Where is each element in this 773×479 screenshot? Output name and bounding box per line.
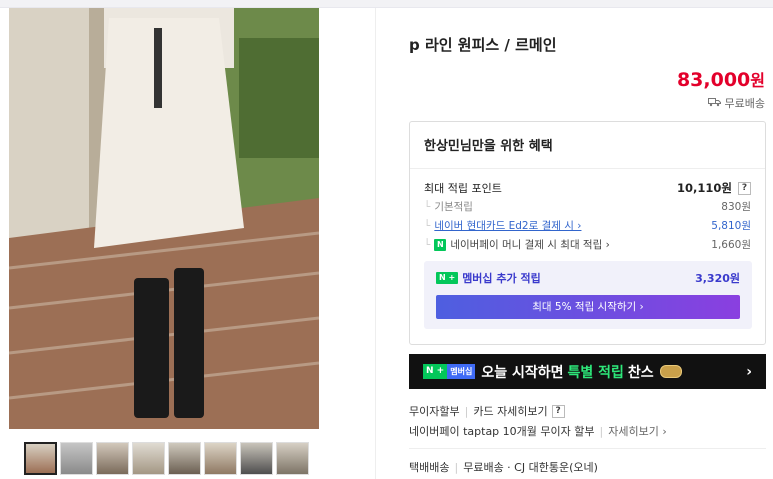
npay-benefit-link[interactable]: 네이버페이 머니 결제 시 최대 적립 › [450,237,609,252]
thumbnail[interactable] [276,442,309,475]
membership-banner[interactable]: N + 멤버십 오늘 시작하면 특별 적립 찬스 › [409,354,766,389]
npay-detail-link[interactable]: 자세히보기 › [608,423,667,439]
delivery-value: 무료배송 · CJ 대한통운(오네) [463,461,598,474]
shipping-label: 무료배송 [724,97,765,110]
membership-box: N + 멤버십 추가 적립 3,320원 최대 5% 적립 시작하기 › [424,261,752,329]
tree-line: └ [424,200,431,213]
product-main-image[interactable] [9,8,319,429]
top-border [0,0,773,8]
chevron-right-icon: › [746,363,752,380]
shipping-info: 무료배송 [707,95,765,111]
points-row-basic: └ 기본적립 830원 [424,199,751,214]
max-points-row: 최대 적립 포인트 10,110원 ? [424,180,751,196]
installment-row: 무이자할부 | 카드 자세히보기 ? [409,403,565,419]
points-value: 5,810원 [711,220,751,232]
points-label: 기본적립 [434,201,473,213]
naver-plus-icon: N + [423,364,448,379]
delivery-label: 택배배송 [409,461,450,474]
installment-label: 무이자할부 [409,405,460,418]
divider [410,168,765,169]
truck-icon [707,97,721,110]
points-value: 1,660원 [711,239,751,251]
thumbnail[interactable] [60,442,93,475]
membership-label: 멤버십 추가 적립 [462,272,541,285]
separator: | [599,424,604,438]
banner-text-pre: 오늘 시작하면 [481,364,564,381]
thumbnail[interactable] [96,442,129,475]
product-title: p 라인 원피스 / 르메인 [409,36,557,54]
help-icon[interactable]: ? [551,404,565,418]
points-row-npay: └ N 네이버페이 머니 결제 시 최대 적립 › 1,660원 [424,237,751,252]
help-icon[interactable]: ? [738,181,751,195]
divider [409,448,766,449]
naver-plus-membership-badge: N + 멤버십 [423,364,476,379]
thumbnail[interactable] [132,442,165,475]
thumbnail[interactable] [168,442,201,475]
max-points-label: 최대 적립 포인트 [424,182,502,195]
price-value: 83,000 [676,69,751,91]
product-photo [9,8,319,429]
naver-pay-icon: N [434,238,447,251]
coin-icon [659,365,682,378]
benefit-heading: 한상민님만을 위한 혜택 [424,139,553,154]
membership-tag: 멤버십 [447,364,476,379]
benefit-box: 한상민님만을 위한 혜택 최대 적립 포인트 10,110원 ? └ 기본적립 … [409,121,766,345]
card-detail-link[interactable]: 카드 자세히보기 [473,403,547,419]
naver-plus-icon: N + [436,272,459,284]
thumbnail[interactable] [24,442,57,475]
banner-text-post: 찬스 [627,364,654,381]
tree-line: └ [424,219,431,232]
card-benefit-link[interactable]: 네이버 현대카드 Ed2로 결제 시 › [434,218,581,233]
banner-highlight: 특별 적립 [567,364,624,381]
delivery-row: 택배배송 | 무료배송 · CJ 대한통운(오네) [409,459,598,475]
npay-installment-text: 네이버페이 taptap 10개월 무이자 할부 [409,425,595,438]
membership-row: N + 멤버십 추가 적립 3,320원 [436,270,740,286]
max-points-value: 10,110원 [677,181,732,195]
membership-start-button[interactable]: 최대 5% 적립 시작하기 › [436,295,740,319]
points-row-card: └ 네이버 현대카드 Ed2로 결제 시 › 5,810원 [424,218,751,233]
npay-installment-row: 네이버페이 taptap 10개월 무이자 할부 | 자세히보기 › [409,423,667,439]
column-divider [375,8,376,479]
price-currency: 원 [750,71,765,90]
points-value: 830원 [721,201,751,213]
tree-line: └ [424,238,431,251]
separator: | [454,460,459,474]
membership-value: 3,320원 [695,272,740,285]
thumbnail-strip [24,442,309,476]
thumbnail[interactable] [204,442,237,475]
separator: | [464,404,469,418]
product-price: 83,000원 [677,67,765,91]
thumbnail[interactable] [240,442,273,475]
